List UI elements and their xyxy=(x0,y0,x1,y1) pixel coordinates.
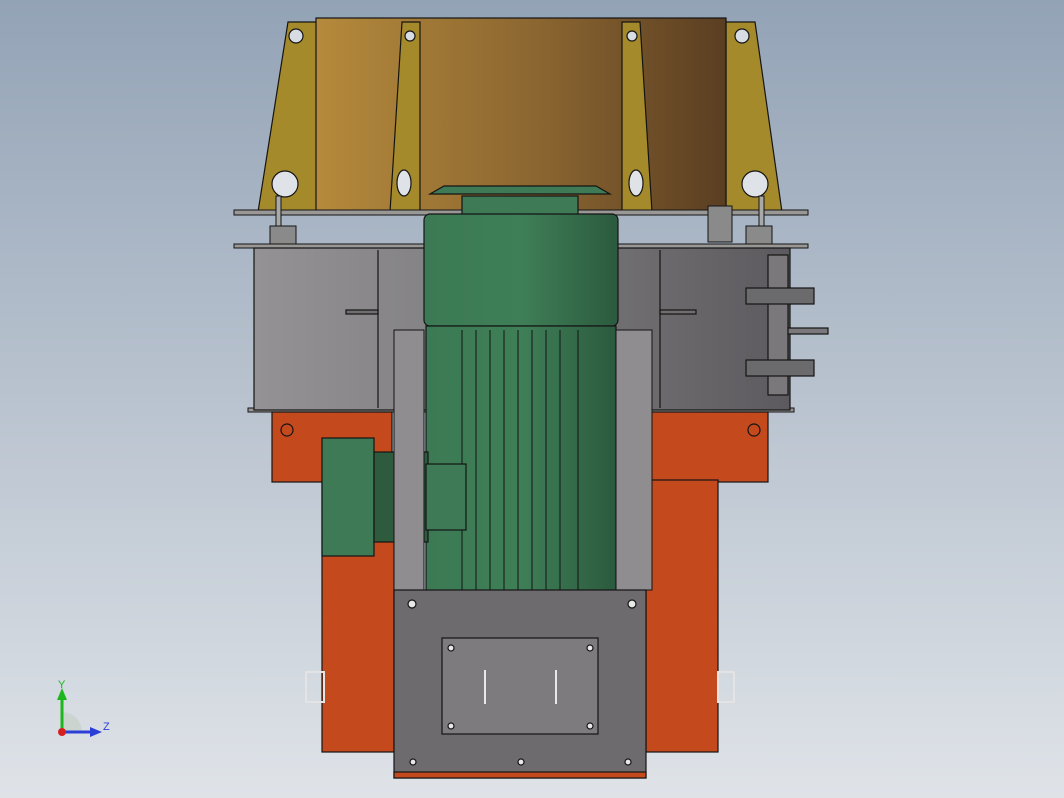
mount-hole xyxy=(741,170,769,198)
lifting-lug-hole xyxy=(404,30,416,42)
motor[interactable] xyxy=(423,185,619,617)
inspection-cover xyxy=(441,637,599,735)
bracket-tab xyxy=(345,309,379,315)
side-coupling-flange xyxy=(745,359,815,377)
y-axis-label: Y xyxy=(58,679,66,691)
motor-cap xyxy=(427,185,613,195)
model-view[interactable] xyxy=(0,0,1064,798)
bolt-rod xyxy=(758,195,765,227)
lifting-lug-hole xyxy=(734,28,750,44)
triad-arc xyxy=(62,712,82,732)
handle xyxy=(717,671,735,703)
z-axis-arrow xyxy=(90,727,102,737)
slot-hole xyxy=(396,169,412,197)
side-shaft xyxy=(787,327,829,335)
z-axis-label: Z xyxy=(103,721,110,733)
bolt-rod xyxy=(275,195,282,227)
drive-adapter xyxy=(425,463,467,531)
coordinate-triad xyxy=(57,688,102,737)
lifting-lug-hole xyxy=(288,28,304,44)
side-coupling-flange xyxy=(745,287,815,305)
handle xyxy=(305,671,325,703)
lifting-lug-hole xyxy=(626,30,638,42)
hopper-shell xyxy=(315,17,727,215)
drive-housing xyxy=(321,437,375,557)
bracket xyxy=(707,205,733,243)
motor-fan-cover xyxy=(423,213,619,327)
orange-upper-right xyxy=(647,411,769,483)
top-hopper[interactable] xyxy=(257,17,783,215)
base-bottom-strip xyxy=(393,771,647,779)
mount-hole xyxy=(271,170,299,198)
motor-top-cap xyxy=(461,195,579,217)
bracket-tab xyxy=(659,309,697,315)
base-plate[interactable] xyxy=(393,589,647,779)
clamp-block xyxy=(269,225,297,245)
motor-body xyxy=(425,325,617,597)
orange-lower-right xyxy=(645,479,719,753)
clamp-block xyxy=(745,225,773,245)
cad-viewport[interactable]: Y Z xyxy=(0,0,1064,798)
x-axis-dot xyxy=(58,728,66,736)
slot-hole xyxy=(628,169,644,197)
